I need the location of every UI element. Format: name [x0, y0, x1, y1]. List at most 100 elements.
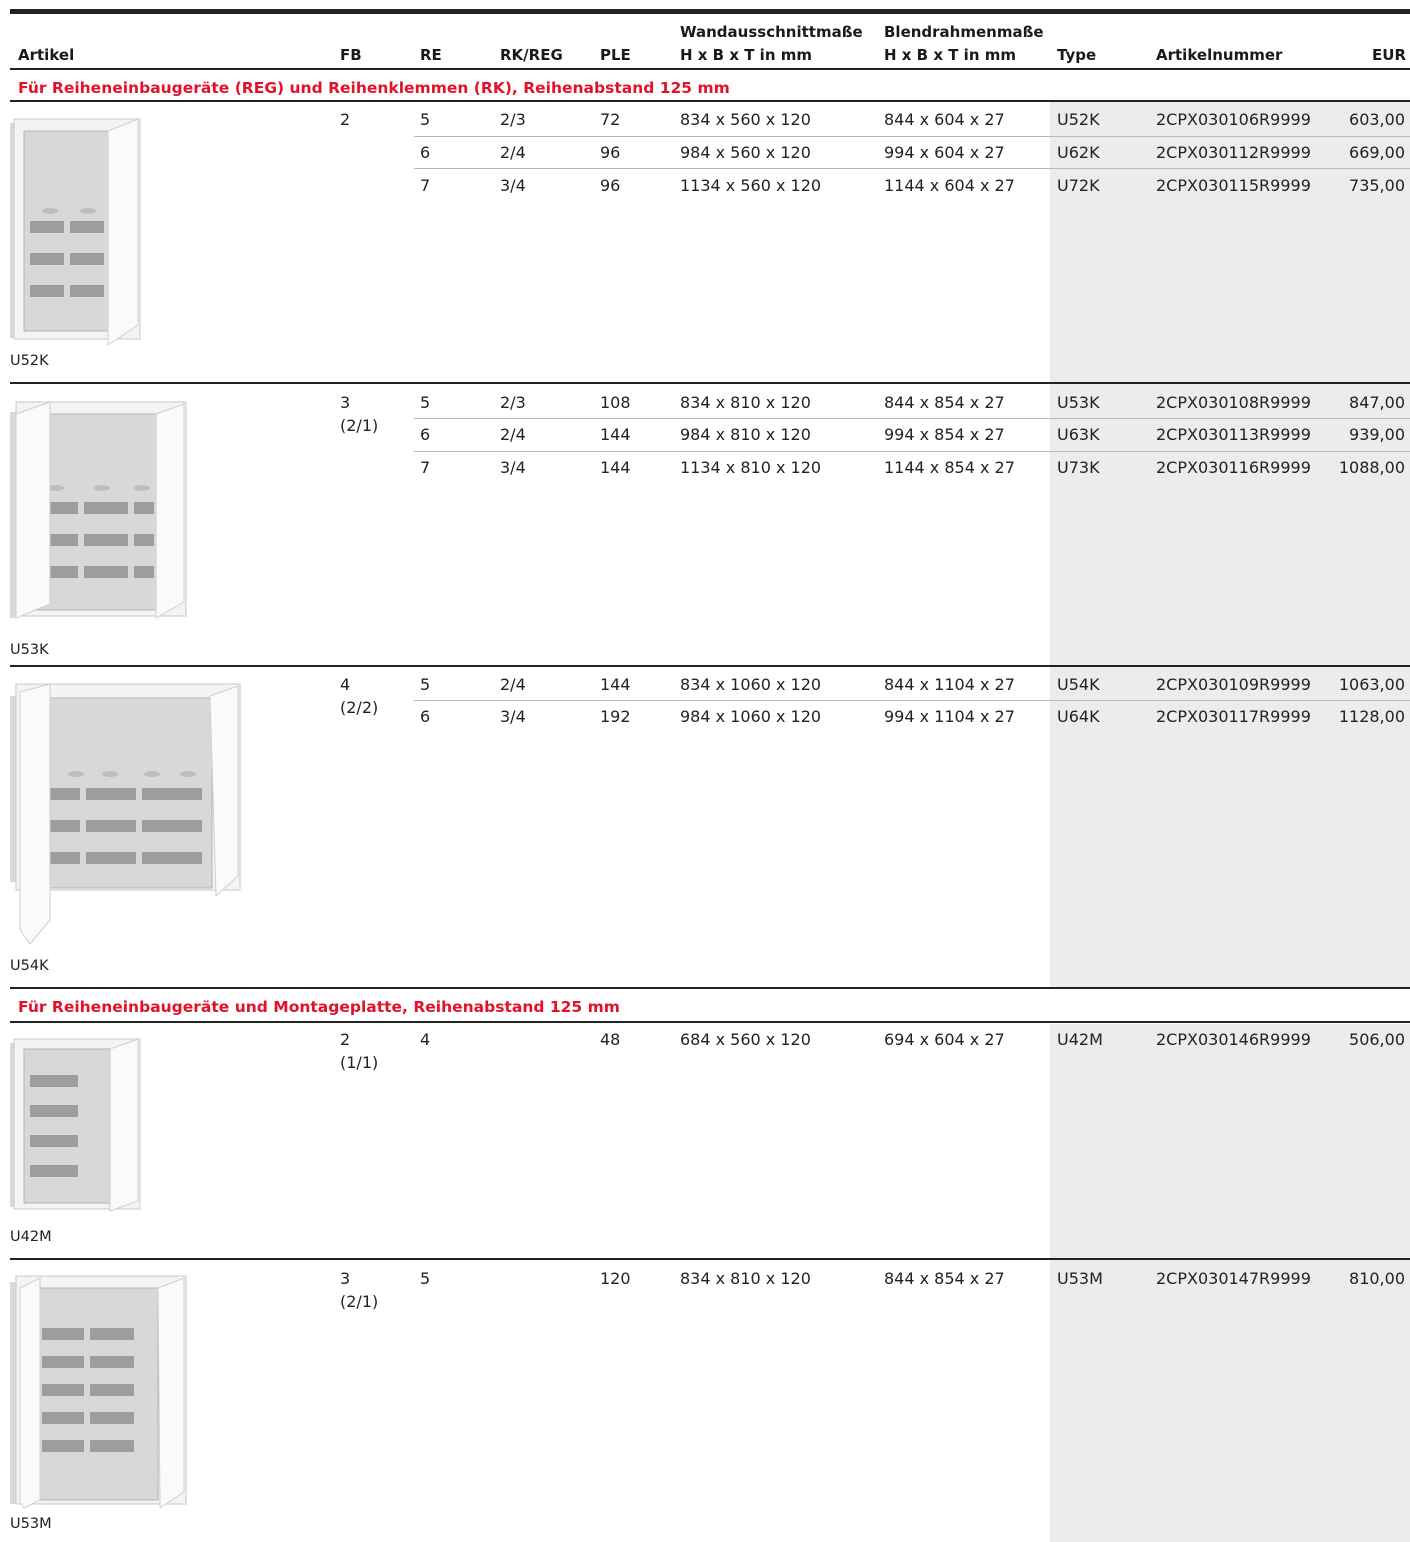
wand-value: 834 x 810 x 120 — [680, 393, 811, 412]
product-rule — [10, 665, 1410, 667]
col-header-rkreg: RK/REG — [500, 46, 563, 64]
fb-sub-value: (2/2) — [340, 698, 379, 717]
blend-value: 994 x 1104 x 27 — [884, 707, 1015, 726]
blend-value: 1144 x 604 x 27 — [884, 176, 1015, 195]
product-image-u54k — [10, 680, 242, 948]
eur-value: 810,00 — [1349, 1269, 1405, 1288]
type-value: U73K — [1057, 458, 1100, 477]
artnr-value: 2CPX030108R9999 — [1156, 393, 1311, 412]
type-value: U53M — [1057, 1269, 1103, 1288]
product-caption-u42m: U42M — [10, 1229, 52, 1245]
artnr-value: 2CPX030147R9999 — [1156, 1269, 1311, 1288]
blend-value: 694 x 604 x 27 — [884, 1030, 1005, 1049]
row-divider — [414, 168, 1410, 169]
artnr-value: 2CPX030106R9999 — [1156, 110, 1311, 129]
re-value: 5 — [420, 1269, 431, 1288]
product-caption-u53m: U53M — [10, 1516, 52, 1532]
distribution-cabinet-4-field-image — [10, 683, 241, 945]
type-value: U63K — [1057, 425, 1100, 444]
product-image-u42m — [10, 1035, 150, 1213]
section-title-montageplatte: Für Reiheneinbaugeräte und Montageplatte… — [18, 998, 620, 1016]
type-value: U42M — [1057, 1030, 1103, 1049]
re-value: 5 — [420, 675, 431, 694]
type-column-shade-1 — [1050, 102, 1410, 987]
ple-value: 144 — [600, 425, 631, 444]
product-caption-u53k: U53K — [10, 642, 49, 658]
fb-sub-value: (2/1) — [340, 416, 379, 435]
blend-value: 844 x 604 x 27 — [884, 110, 1005, 129]
type-value: U62K — [1057, 143, 1100, 162]
re-value: 6 — [420, 425, 431, 444]
re-value: 6 — [420, 143, 431, 162]
product-image-u53m — [10, 1272, 190, 1510]
artnr-value: 2CPX030113R9999 — [1156, 425, 1311, 444]
rkreg-value: 3/4 — [500, 707, 526, 726]
product-image-u52k — [10, 113, 150, 348]
ple-value: 72 — [600, 110, 621, 129]
ple-value: 144 — [600, 675, 631, 694]
product-rule — [10, 382, 1410, 384]
row-divider — [414, 136, 1410, 137]
wand-value: 684 x 560 x 120 — [680, 1030, 811, 1049]
section-title-reg-rk: Für Reiheneinbaugeräte (REG) und Reihenk… — [18, 79, 730, 97]
blend-value: 844 x 1104 x 27 — [884, 675, 1015, 694]
eur-value: 939,00 — [1349, 425, 1405, 444]
fb-value: 3 — [340, 1269, 351, 1288]
wand-value: 1134 x 560 x 120 — [680, 176, 822, 195]
section-rule — [10, 1021, 1410, 1023]
wand-value: 834 x 810 x 120 — [680, 1269, 811, 1288]
row-divider — [414, 700, 1410, 701]
re-value: 6 — [420, 707, 431, 726]
artnr-value: 2CPX030146R9999 — [1156, 1030, 1311, 1049]
fb-value: 3 — [340, 393, 351, 412]
rkreg-value: 2/4 — [500, 675, 526, 694]
product-caption-u54k: U54K — [10, 958, 49, 974]
row-divider — [414, 418, 1410, 419]
fb-sub-value: (1/1) — [340, 1053, 379, 1072]
eur-value: 1088,00 — [1338, 458, 1405, 477]
ple-value: 192 — [600, 707, 631, 726]
re-value: 5 — [420, 110, 431, 129]
artnr-value: 2CPX030112R9999 — [1156, 143, 1311, 162]
col-header-re: RE — [420, 46, 442, 64]
eur-value: 669,00 — [1349, 143, 1405, 162]
ple-value: 48 — [600, 1030, 621, 1049]
eur-value: 603,00 — [1349, 110, 1405, 129]
ple-value: 96 — [600, 176, 621, 195]
ple-value: 96 — [600, 143, 621, 162]
blend-value: 844 x 854 x 27 — [884, 393, 1005, 412]
type-value: U52K — [1057, 110, 1100, 129]
rkreg-value: 2/4 — [500, 143, 526, 162]
header-rule — [10, 68, 1410, 70]
distribution-cabinet-3-field-image — [10, 401, 187, 619]
blend-value: 1144 x 854 x 27 — [884, 458, 1015, 477]
rkreg-value: 2/4 — [500, 425, 526, 444]
eur-value: 1128,00 — [1338, 707, 1405, 726]
col-header-ple: PLE — [600, 46, 631, 64]
col-header-wand-title: Wandausschnittmaße — [680, 23, 863, 41]
type-value: U64K — [1057, 707, 1100, 726]
fb-value: 4 — [340, 675, 351, 694]
blend-value: 994 x 854 x 27 — [884, 425, 1005, 444]
distribution-cabinet-2-field-image — [10, 118, 141, 346]
fb-value: 2 — [340, 1030, 351, 1049]
distribution-cabinet-2-field-mounting-plate-image — [10, 1038, 141, 1212]
eur-value: 735,00 — [1349, 176, 1405, 195]
wand-value: 984 x 810 x 120 — [680, 425, 811, 444]
re-value: 4 — [420, 1030, 431, 1049]
rkreg-value: 2/3 — [500, 393, 526, 412]
product-image-u53k — [10, 398, 190, 623]
col-header-blend-title: Blendrahmenmaße — [884, 23, 1044, 41]
artnr-value: 2CPX030109R9999 — [1156, 675, 1311, 694]
eur-value: 1063,00 — [1338, 675, 1405, 694]
artnr-value: 2CPX030116R9999 — [1156, 458, 1311, 477]
blend-value: 994 x 604 x 27 — [884, 143, 1005, 162]
eur-value: 506,00 — [1349, 1030, 1405, 1049]
wand-value: 834 x 560 x 120 — [680, 110, 811, 129]
section-rule — [10, 100, 1410, 102]
artnr-value: 2CPX030117R9999 — [1156, 707, 1311, 726]
artnr-value: 2CPX030115R9999 — [1156, 176, 1311, 195]
col-header-eur: EUR — [1372, 46, 1406, 64]
wand-value: 984 x 560 x 120 — [680, 143, 811, 162]
col-header-type: Type — [1057, 46, 1097, 64]
